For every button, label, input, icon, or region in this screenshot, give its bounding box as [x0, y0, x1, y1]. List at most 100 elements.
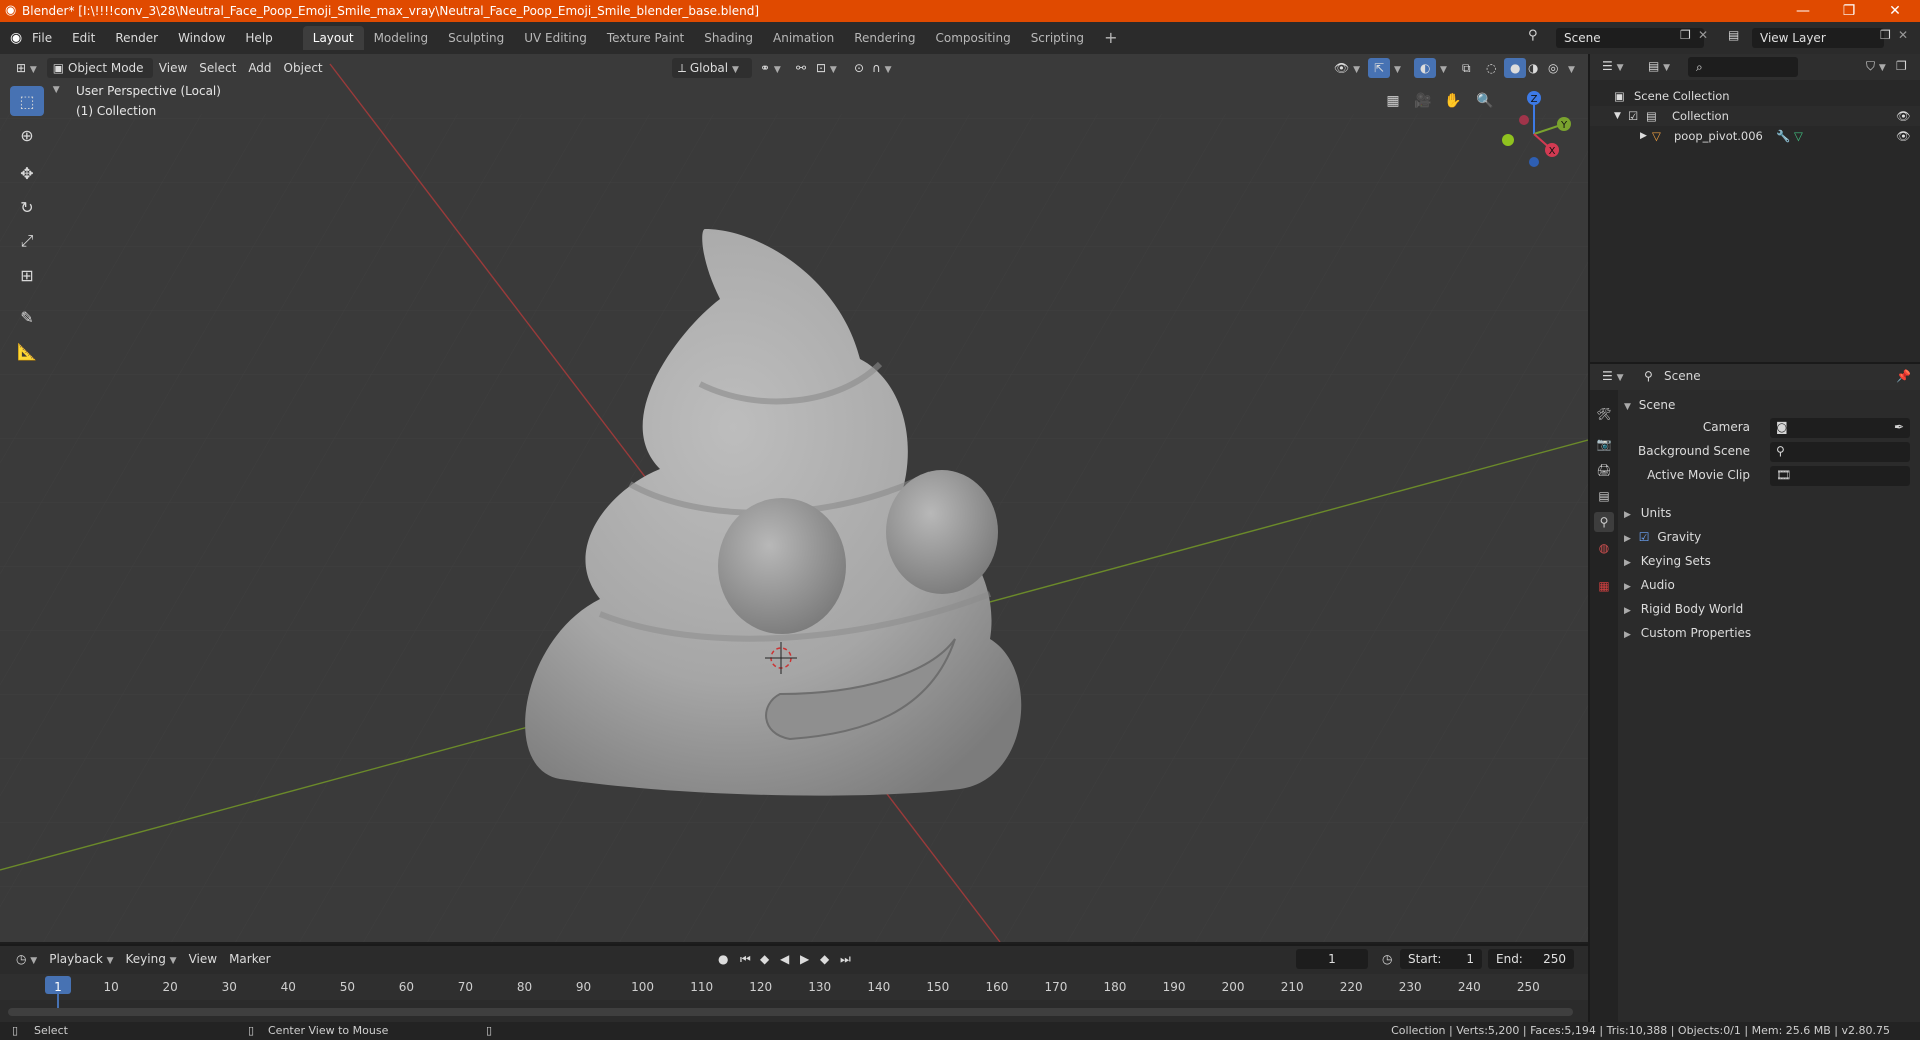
tab-scripting[interactable]: Scripting	[1021, 26, 1094, 50]
tab-scene[interactable]: ⚲	[1594, 512, 1614, 532]
snap-icon[interactable]: ⚯	[790, 58, 812, 78]
tab-animation[interactable]: Animation	[763, 26, 844, 50]
end-frame-field[interactable]: End: 250	[1488, 949, 1574, 969]
delete-view-layer-icon[interactable]: ✕	[1898, 28, 1908, 42]
mode-selector[interactable]: ▣ Object Mode ▼	[46, 58, 153, 95]
menu-keying[interactable]: Keying ▼	[120, 949, 183, 969]
object-visibility-eye-icon[interactable]: 👁	[1896, 126, 1911, 146]
menu-view[interactable]: View	[153, 58, 193, 78]
tab-compositing[interactable]: Compositing	[925, 26, 1020, 50]
timeline-scrollbar[interactable]	[8, 1008, 1573, 1016]
record-button[interactable]: ●	[712, 949, 734, 969]
background-scene-field[interactable]: ⚲	[1770, 442, 1910, 462]
overlays-dropdown-icon[interactable]: ▼	[1434, 58, 1453, 78]
wireframe-shading-icon[interactable]: ◌	[1480, 58, 1502, 78]
editor-type-icon[interactable]: ⊞ ▼	[10, 58, 43, 78]
annotate-tool[interactable]: ✎	[10, 302, 44, 332]
view-layer-selector[interactable]: View Layer	[1752, 28, 1884, 48]
expand-collection-icon[interactable]: ▼	[1614, 106, 1621, 126]
tab-layout[interactable]: Layout	[302, 26, 364, 50]
add-workspace-icon[interactable]: +	[1094, 26, 1127, 50]
pin-icon[interactable]: 📌	[1896, 369, 1911, 383]
toggle-grid-icon[interactable]: ▦	[1380, 88, 1406, 114]
blender-menu-icon[interactable]: ◉	[10, 30, 22, 46]
panel-units[interactable]: ▶ Units	[1624, 502, 1914, 524]
close-window-button[interactable]: ✕	[1872, 0, 1918, 22]
timeline-editor-type-icon[interactable]: ◷ ▼	[10, 949, 43, 969]
scene-section-header[interactable]: ▼ Scene	[1624, 394, 1914, 416]
collection-checkbox[interactable]: ☑	[1628, 106, 1638, 126]
rotate-tool[interactable]: ↻	[10, 192, 44, 222]
prev-keyframe-button[interactable]: ◆	[754, 949, 775, 969]
scene-icon[interactable]: ⚲	[1528, 28, 1538, 43]
tab-sculpting[interactable]: Sculpting	[438, 26, 514, 50]
menu-playback[interactable]: Playback ▼	[43, 949, 119, 969]
shading-dropdown-icon[interactable]: ▼	[1562, 58, 1581, 78]
menu-object[interactable]: Object	[278, 58, 329, 78]
menu-select[interactable]: Select	[193, 58, 242, 78]
preview-range-icon[interactable]: ◷	[1376, 949, 1398, 969]
active-movie-clip-field[interactable]: 🎞	[1770, 466, 1910, 486]
tab-texture[interactable]: ▦	[1594, 576, 1614, 596]
gravity-checkbox[interactable]: ☑	[1639, 530, 1650, 544]
menu-file[interactable]: File	[22, 27, 62, 49]
tab-shading[interactable]: Shading	[694, 26, 763, 50]
xray-icon[interactable]: ⧉	[1456, 58, 1477, 78]
collection-visibility-eye-icon[interactable]: 👁	[1896, 106, 1911, 126]
menu-marker[interactable]: Marker	[223, 949, 276, 969]
tab-uv-editing[interactable]: UV Editing	[514, 26, 597, 50]
current-frame-field[interactable]: 1	[1296, 949, 1368, 969]
neg-z-handle[interactable]	[1529, 157, 1539, 167]
display-mode-icon[interactable]: ▤ ▼	[1648, 59, 1670, 73]
transform-tool[interactable]: ⊞	[10, 260, 44, 290]
measure-tool[interactable]: 📐	[10, 336, 44, 366]
select-box-tool[interactable]: ⬚	[10, 86, 44, 116]
scale-tool[interactable]: ⤢	[10, 226, 44, 256]
outliner-search-input[interactable]: ⌕	[1688, 57, 1798, 77]
pivot-point-icon[interactable]: ⚭ ▼	[754, 58, 787, 78]
tab-modeling[interactable]: Modeling	[364, 26, 439, 50]
new-collection-icon[interactable]: ❐	[1896, 59, 1907, 73]
menu-window[interactable]: Window	[168, 27, 235, 49]
delete-scene-icon[interactable]: ✕	[1698, 28, 1708, 42]
restore-button[interactable]: ❐	[1826, 0, 1872, 22]
neg-x-handle[interactable]	[1519, 115, 1529, 125]
start-frame-field[interactable]: Start: 1	[1400, 949, 1482, 969]
eyedropper-icon[interactable]: ✒	[1894, 420, 1904, 434]
minimize-button[interactable]: —	[1780, 0, 1826, 22]
transform-orientation-selector[interactable]: ⟂ Global ▼	[672, 58, 752, 78]
play-reverse-button[interactable]: ◀	[774, 949, 795, 969]
panel-audio[interactable]: ▶ Audio	[1624, 574, 1914, 596]
visibility-icon[interactable]: 👁 ▼	[1328, 58, 1366, 78]
expand-object-icon[interactable]: ▶	[1640, 126, 1647, 146]
gizmo-dropdown-icon[interactable]: ▼	[1388, 58, 1407, 78]
mesh-data-icon[interactable]: ▽	[1794, 126, 1803, 146]
camera-view-icon[interactable]: 🎥	[1410, 88, 1436, 114]
pan-hand-icon[interactable]: ✋	[1440, 88, 1466, 114]
neg-y-handle[interactable]	[1502, 134, 1514, 146]
filter-icon[interactable]: ⛉ ▼	[1866, 59, 1886, 74]
panel-rigid-body-world[interactable]: ▶ Rigid Body World	[1624, 598, 1914, 620]
outliner-row-collection[interactable]: ▼ ☑ ▤ Collection 👁	[1590, 106, 1920, 126]
camera-field[interactable]: ◙ ✒	[1770, 418, 1910, 438]
menu-add[interactable]: Add	[242, 58, 277, 78]
outliner-row-object[interactable]: ▶ ▽ poop_pivot.006 🔧 ▽ 👁	[1590, 126, 1920, 146]
snap-target-icon[interactable]: ⊡ ▼	[810, 58, 843, 78]
3d-viewport[interactable]: ⊞ ▼ ▣ Object Mode ▼ View Select Add Obje…	[0, 54, 1588, 942]
view-layer-icon[interactable]: ▤	[1728, 28, 1739, 42]
tab-view-layer[interactable]: ▤	[1594, 486, 1614, 506]
new-view-layer-icon[interactable]: ❐	[1880, 28, 1891, 42]
falloff-icon[interactable]: ∩ ▼	[866, 58, 898, 78]
properties-editor-type-icon[interactable]: ☰ ▼	[1602, 369, 1624, 383]
next-keyframe-button[interactable]: ◆	[814, 949, 835, 969]
menu-timeline-view[interactable]: View	[183, 949, 223, 969]
tab-world[interactable]: ◍	[1594, 538, 1614, 558]
play-button[interactable]: ▶	[794, 949, 815, 969]
cursor-tool[interactable]: ⊕	[10, 120, 44, 150]
outliner-row-scene-collection[interactable]: ▣ Scene Collection	[1590, 86, 1920, 106]
tab-rendering[interactable]: Rendering	[844, 26, 925, 50]
new-scene-icon[interactable]: ❐	[1680, 28, 1691, 42]
orientation-gizmo[interactable]: Z Y X	[1494, 84, 1584, 184]
tab-texture-paint[interactable]: Texture Paint	[597, 26, 694, 50]
panel-keying-sets[interactable]: ▶ Keying Sets	[1624, 550, 1914, 572]
